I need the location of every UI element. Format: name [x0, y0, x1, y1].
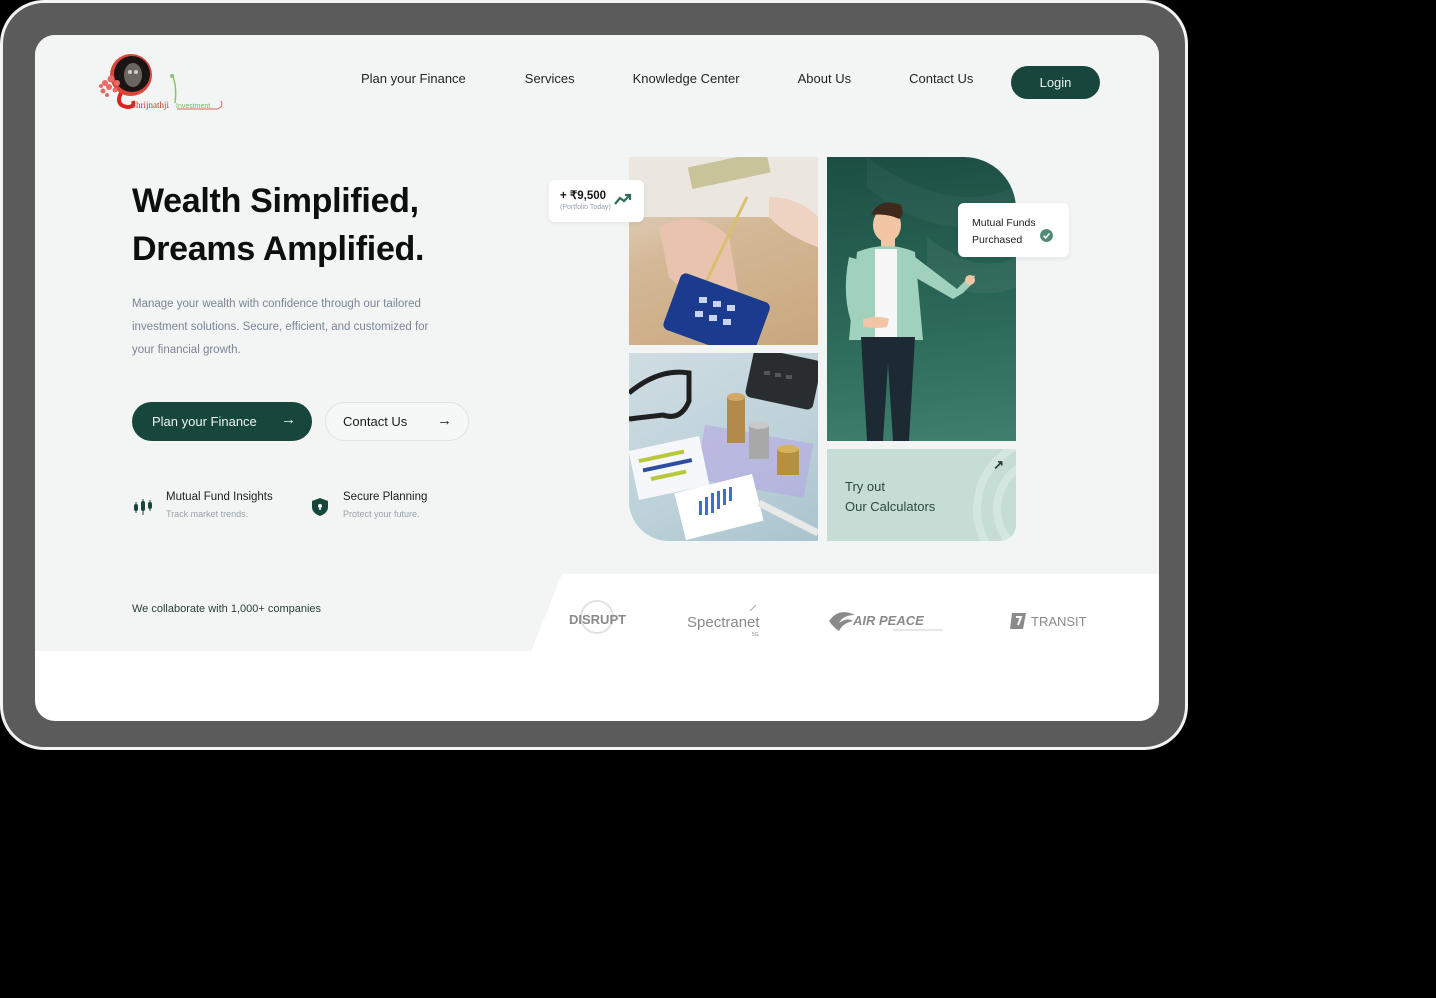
- website-screen: Shrijnathji Investment Plan your Finance…: [35, 35, 1159, 721]
- badge-line-2: Purchased: [972, 234, 1023, 246]
- nav-knowledge-center[interactable]: Knowledge Center: [633, 71, 740, 86]
- spectranet-logo: Spectranet 5G: [687, 604, 760, 638]
- portfolio-badge: + ₹9,500 (Portfolio Today): [549, 180, 644, 222]
- nav-about-us[interactable]: About Us: [798, 71, 851, 86]
- portfolio-amount: + ₹9,500: [560, 190, 607, 202]
- feature-title: Secure Planning: [343, 491, 428, 503]
- arrow-right-icon: →: [437, 412, 452, 429]
- partner-logo-spectranet: Spectranet 5G: [686, 601, 768, 642]
- brand-logo[interactable]: Shrijnathji Investment: [95, 53, 230, 115]
- calculator-hands-image: [629, 157, 818, 345]
- badge-line-1: Mutual Funds: [972, 217, 1036, 229]
- calculators-line-2: Our Calculators: [845, 499, 936, 514]
- headline-line-1: Wealth Simplified,: [132, 182, 419, 220]
- mutual-funds-purchased-badge: Mutual Funds Purchased: [958, 203, 1069, 257]
- arrow-right-icon: →: [281, 411, 296, 428]
- air-peace-logo: AIR PEACE: [829, 612, 943, 631]
- contact-us-button[interactable]: Contact Us →: [325, 402, 469, 441]
- transit-logo: TRANSIT: [1010, 613, 1087, 629]
- partner-logo-air-peace: AIR PEACE: [827, 605, 947, 640]
- finance-photo-coins: [629, 353, 818, 541]
- feature-title: Mutual Fund Insights: [166, 491, 273, 503]
- calculators-line-1: Try out: [845, 479, 885, 494]
- feature-secure-planning: Secure Planning Protect your future.: [309, 491, 427, 519]
- mutual-funds-text: Mutual Funds Purchased: [972, 215, 1036, 249]
- collaboration-text: We collaborate with 1,000+ companies: [132, 603, 322, 615]
- svg-text:5G: 5G: [752, 632, 759, 637]
- hero-headline: Wealth Simplified, Dreams Amplified.: [132, 177, 424, 273]
- feature-mutual-fund-insights: Mutual Fund Insights Track market trends…: [132, 491, 273, 519]
- trending-up-icon: [614, 193, 632, 205]
- portfolio-label: (Portfolio Today): [560, 204, 611, 211]
- svg-text:Spectranet: Spectranet: [687, 614, 760, 631]
- check-circle-icon: [1040, 229, 1053, 242]
- shield-lock-icon: [312, 498, 328, 516]
- logo-emblem-icon: Shrijnathji Investment: [99, 54, 223, 110]
- feature-subtitle: Protect your future.: [343, 509, 420, 519]
- plan-your-finance-button[interactable]: Plan your Finance →: [132, 402, 312, 441]
- calculators-card[interactable]: Try out Our Calculators ↗: [827, 449, 1016, 541]
- nav-services[interactable]: Services: [525, 71, 575, 86]
- svg-text:DISRUPT: DISRUPT: [569, 612, 626, 627]
- plan-your-finance-label: Plan your Finance: [152, 414, 257, 429]
- nav-plan-your-finance[interactable]: Plan your Finance: [361, 71, 466, 86]
- nav-contact-us[interactable]: Contact Us: [909, 71, 973, 86]
- advisor-illustration: [845, 157, 1016, 441]
- main-nav: Plan your Finance Services Knowledge Cen…: [361, 71, 1031, 86]
- calculators-card-text: Try out Our Calculators: [845, 477, 935, 517]
- svg-text:Shrijnathji: Shrijnathji: [131, 100, 169, 110]
- svg-text:AIR PEACE: AIR PEACE: [852, 613, 924, 628]
- disrupt-logo: DISRUPT: [569, 600, 626, 634]
- svg-text:TRANSIT: TRANSIT: [1031, 614, 1087, 629]
- candlestick-chart-icon: [134, 499, 152, 515]
- partner-logo-disrupt: DISRUPT: [567, 599, 627, 640]
- feature-subtitle: Track market trends.: [166, 509, 249, 519]
- coins-charts-image: [629, 353, 818, 540]
- tablet-frame: Shrijnathji Investment Plan your Finance…: [0, 0, 1188, 750]
- hero-description: Manage your wealth with confidence throu…: [132, 298, 429, 356]
- arrow-up-right-icon: ↗: [993, 457, 1004, 472]
- advisor-illustration-card: [827, 157, 1016, 441]
- contact-us-label: Contact Us: [343, 414, 408, 429]
- login-button[interactable]: Login: [1011, 66, 1100, 99]
- finance-photo-calculator: [629, 157, 818, 345]
- headline-line-2: Dreams Amplified.: [132, 230, 425, 268]
- partner-logo-transit: TRANSIT: [1010, 609, 1090, 638]
